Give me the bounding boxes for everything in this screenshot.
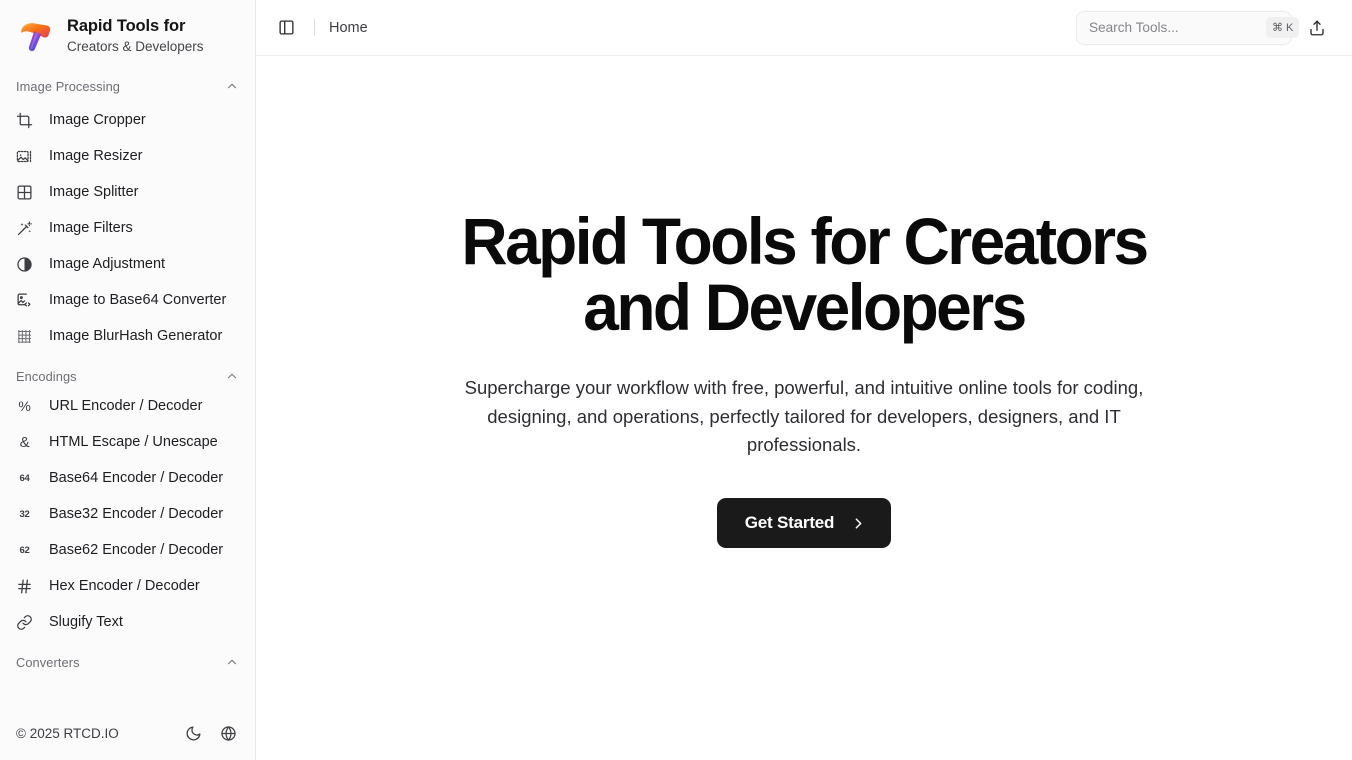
sidebar-item-image-blurhash-generator[interactable]: Image BlurHash Generator [0,318,255,354]
section-title: Encodings [16,368,77,384]
blur-grid-icon [16,328,33,345]
sidebar-item-label: Image Adjustment [49,255,166,272]
percent-glyph: % [18,398,31,414]
sidebar-section-encodings[interactable]: Encodings [0,354,255,388]
sidebar-item-html-escape-unescape[interactable]: & HTML Escape / Unescape [0,424,255,460]
sidebar-item-label: Image to Base64 Converter [49,291,227,308]
cta-label: Get Started [744,513,835,532]
sidebar-item-label: Image Cropper [49,111,146,128]
sidebar-item-image-adjustment[interactable]: Image Adjustment [0,246,255,282]
hammer-icon [16,16,56,56]
section-title: Image Processing [16,78,121,94]
brand-title: Rapid Tools for [67,17,186,35]
sidebar-item-image-cropper[interactable]: Image Cropper [0,102,255,138]
app-root: Rapid Tools for Creators & Developers Im… [0,0,1352,760]
image-code-icon [16,292,33,309]
search-shortcut-badge: ⌘ K [1266,17,1300,38]
search-input[interactable] [1089,20,1266,35]
globe-icon[interactable] [217,722,239,744]
chevron-up-icon [225,369,239,383]
sidebar-item-label: Base62 Encoder / Decoder [49,541,224,558]
page-title: Rapid Tools for Creators and Developers [461,203,1149,344]
sidebar-item-image-filters[interactable]: Image Filters [0,210,255,246]
topbar: Home ⌘ K [256,0,1352,56]
ampersand-icon: & [16,434,33,451]
sidebar: Rapid Tools for Creators & Developers Im… [0,0,256,760]
get-started-button[interactable]: Get Started [716,498,892,548]
base32-glyph: 32 [19,508,30,520]
link-icon [16,614,33,631]
base62-icon: 62 [16,542,33,559]
sidebar-item-label: Hex Encoder / Decoder [49,577,200,594]
sidebar-item-base64-encoder-decoder[interactable]: 64 Base64 Encoder / Decoder [0,460,255,496]
magic-wand-icon [16,220,33,237]
percent-icon: % [16,398,33,415]
base64-glyph: 64 [19,472,30,484]
section-title: Converters [16,654,80,670]
sidebar-footer: © 2025 RTCD.IO [0,706,255,760]
brand-subtitle: Creators & Developers [67,38,204,54]
chevron-right-icon [850,515,867,532]
breadcrumb[interactable]: Home [329,20,368,36]
sidebar-item-url-encoder-decoder[interactable]: % URL Encoder / Decoder [0,388,255,424]
search-box[interactable]: ⌘ K [1076,10,1300,45]
share-upload-icon[interactable] [1302,13,1332,43]
sidebar-item-slugify-text[interactable]: Slugify Text [0,604,255,640]
sidebar-item-label: Image BlurHash Generator [49,327,223,344]
sidebar-item-label: Image Resizer [49,147,143,164]
sidebar-item-image-resizer[interactable]: Image Resizer [0,138,255,174]
hash-icon [16,578,33,595]
ampersand-glyph: & [19,433,30,451]
sidebar-item-label: HTML Escape / Unescape [49,433,218,450]
sidebar-nav: Image Processing Image Cropper Image Res… [0,68,255,706]
sidebar-item-label: URL Encoder / Decoder [49,397,203,414]
sidebar-item-hex-encoder-decoder[interactable]: Hex Encoder / Decoder [0,568,255,604]
sidebar-item-label: Slugify Text [49,613,123,630]
image-resize-icon [16,148,33,165]
base64-icon: 64 [16,470,33,487]
sidebar-section-image-processing[interactable]: Image Processing [0,68,255,102]
sidebar-item-label: Base32 Encoder / Decoder [49,505,224,522]
main-content: Home ⌘ K Rapid Tools for Creators and De… [256,0,1352,760]
sidebar-item-image-splitter[interactable]: Image Splitter [0,174,255,210]
moon-icon[interactable] [182,722,204,744]
topbar-divider [314,19,315,36]
copyright-text: © 2025 RTCD.IO [16,725,119,741]
sidebar-item-image-to-base64-converter[interactable]: Image to Base64 Converter [0,282,255,318]
panel-left-icon[interactable] [272,14,300,42]
sidebar-item-base32-encoder-decoder[interactable]: 32 Base32 Encoder / Decoder [0,496,255,532]
sidebar-item-label: Image Filters [49,219,133,236]
shortcut-key: K [1286,21,1294,34]
sidebar-item-base62-encoder-decoder[interactable]: 62 Base62 Encoder / Decoder [0,532,255,568]
hero-subtitle: Supercharge your workflow with free, pow… [464,376,1144,456]
sidebar-section-converters[interactable]: Converters [0,640,255,674]
base32-icon: 32 [16,506,33,523]
contrast-icon [16,256,33,273]
brand-header[interactable]: Rapid Tools for Creators & Developers [0,0,255,68]
shortcut-modifier: ⌘ [1272,22,1283,34]
base62-glyph: 62 [19,544,30,556]
hero-section: Rapid Tools for Creators and Developers … [256,56,1352,760]
grid-split-icon [16,184,33,201]
crop-icon [16,112,33,129]
chevron-up-icon [225,655,239,669]
sidebar-item-label: Base64 Encoder / Decoder [49,469,224,486]
sidebar-item-label: Image Splitter [49,183,139,200]
chevron-up-icon [225,79,239,93]
